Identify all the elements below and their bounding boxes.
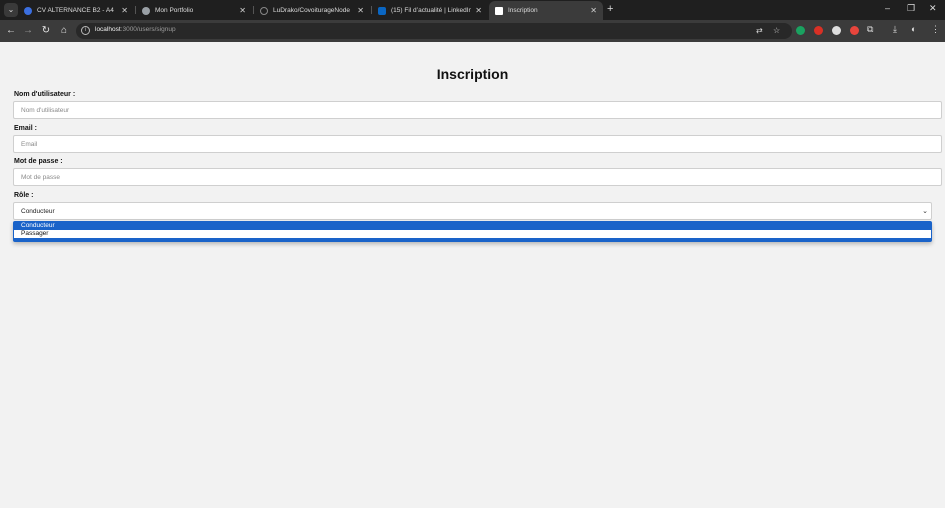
browser-tab-cv[interactable]: CV ALTERNANCE B2 - A4 ✕ bbox=[18, 1, 134, 20]
site-info-icon[interactable]: i bbox=[81, 26, 90, 35]
browser-tab-github[interactable]: LuDrako/CovoiturageNode ✕ bbox=[254, 1, 370, 20]
url-path: :3000/users/signup bbox=[120, 26, 176, 33]
loading-icon bbox=[260, 6, 268, 15]
url-text: localhost:3000/users/signup bbox=[95, 26, 176, 33]
profile-avatar-icon[interactable]: ◐ bbox=[911, 24, 916, 34]
browser-tab-portfolio[interactable]: Mon Portfolio ✕ bbox=[136, 1, 252, 20]
reload-button[interactable]: ↻ bbox=[39, 24, 53, 38]
home-button[interactable]: ⌂ bbox=[57, 24, 71, 38]
extension-icon[interactable] bbox=[832, 26, 841, 35]
password-input[interactable] bbox=[13, 168, 942, 186]
browser-tab-inscription[interactable]: Inscription ✕ bbox=[489, 1, 603, 20]
close-icon[interactable]: ✕ bbox=[590, 6, 597, 15]
extension-icon[interactable] bbox=[796, 26, 805, 35]
restore-button[interactable]: ❐ bbox=[907, 3, 915, 14]
email-label: Email : bbox=[14, 125, 37, 132]
tab-title: Inscription bbox=[508, 7, 538, 14]
chevron-down-icon: ⌄ bbox=[922, 208, 928, 215]
url-host: localhost bbox=[95, 26, 121, 33]
close-icon[interactable]: ✕ bbox=[475, 6, 482, 15]
close-icon[interactable]: ✕ bbox=[121, 6, 128, 15]
forward-button[interactable]: → bbox=[21, 24, 35, 38]
kebab-menu-icon[interactable]: ⋮ bbox=[931, 24, 940, 35]
role-select[interactable]: Conducteur ⌄ bbox=[13, 202, 932, 220]
browser-tab-bar: ⌄ CV ALTERNANCE B2 - A4 ✕ Mon Portfolio … bbox=[0, 0, 945, 20]
browser-tab-linkedin[interactable]: (15) Fil d’actualité | LinkedIn ✕ bbox=[372, 1, 488, 20]
tab-search-button[interactable]: ⌄ bbox=[4, 3, 18, 17]
window-close-button[interactable]: ✕ bbox=[929, 3, 937, 14]
minimize-button[interactable]: – bbox=[885, 3, 890, 13]
role-dropdown-list: Conducteur Passager bbox=[13, 221, 932, 242]
browser-toolbar: ← → ↻ ⌂ i localhost:3000/users/signup ⇄ … bbox=[0, 20, 945, 42]
extensions-puzzle-icon[interactable]: ⧉ bbox=[867, 24, 873, 35]
translate-icon[interactable]: ⇄ bbox=[756, 26, 763, 35]
tab-title: LuDrako/CovoiturageNode bbox=[273, 7, 350, 14]
email-input[interactable] bbox=[13, 135, 942, 153]
tab-title: (15) Fil d’actualité | LinkedIn bbox=[391, 7, 472, 14]
address-bar[interactable]: i localhost:3000/users/signup ⇄ ☆ bbox=[76, 23, 792, 39]
signup-page: Inscription Nom d'utilisateur : Email : … bbox=[0, 42, 945, 508]
download-icon[interactable]: ⤓ bbox=[893, 24, 897, 35]
password-label: Mot de passe : bbox=[14, 158, 63, 165]
page-icon bbox=[495, 6, 503, 15]
username-label: Nom d'utilisateur : bbox=[14, 91, 76, 98]
globe-icon bbox=[142, 6, 150, 15]
bookmark-star-icon[interactable]: ☆ bbox=[773, 26, 780, 35]
extension-icon[interactable] bbox=[850, 26, 859, 35]
username-input[interactable] bbox=[13, 101, 942, 119]
role-label: Rôle : bbox=[14, 192, 34, 199]
tab-favicon bbox=[24, 6, 32, 15]
role-selected-value: Conducteur bbox=[21, 208, 55, 215]
close-icon[interactable]: ✕ bbox=[239, 6, 246, 15]
back-button[interactable]: ← bbox=[4, 24, 18, 38]
close-icon[interactable]: ✕ bbox=[357, 6, 364, 15]
page-title: Inscription bbox=[436, 66, 509, 82]
tab-title: CV ALTERNANCE B2 - A4 bbox=[37, 7, 114, 14]
role-option-passager[interactable]: Passager bbox=[14, 230, 931, 238]
extension-icon[interactable] bbox=[814, 26, 823, 35]
tab-title: Mon Portfolio bbox=[155, 7, 194, 14]
role-option-conducteur[interactable]: Conducteur bbox=[14, 222, 931, 230]
new-tab-button[interactable]: + bbox=[607, 3, 613, 15]
linkedin-icon bbox=[378, 6, 386, 15]
